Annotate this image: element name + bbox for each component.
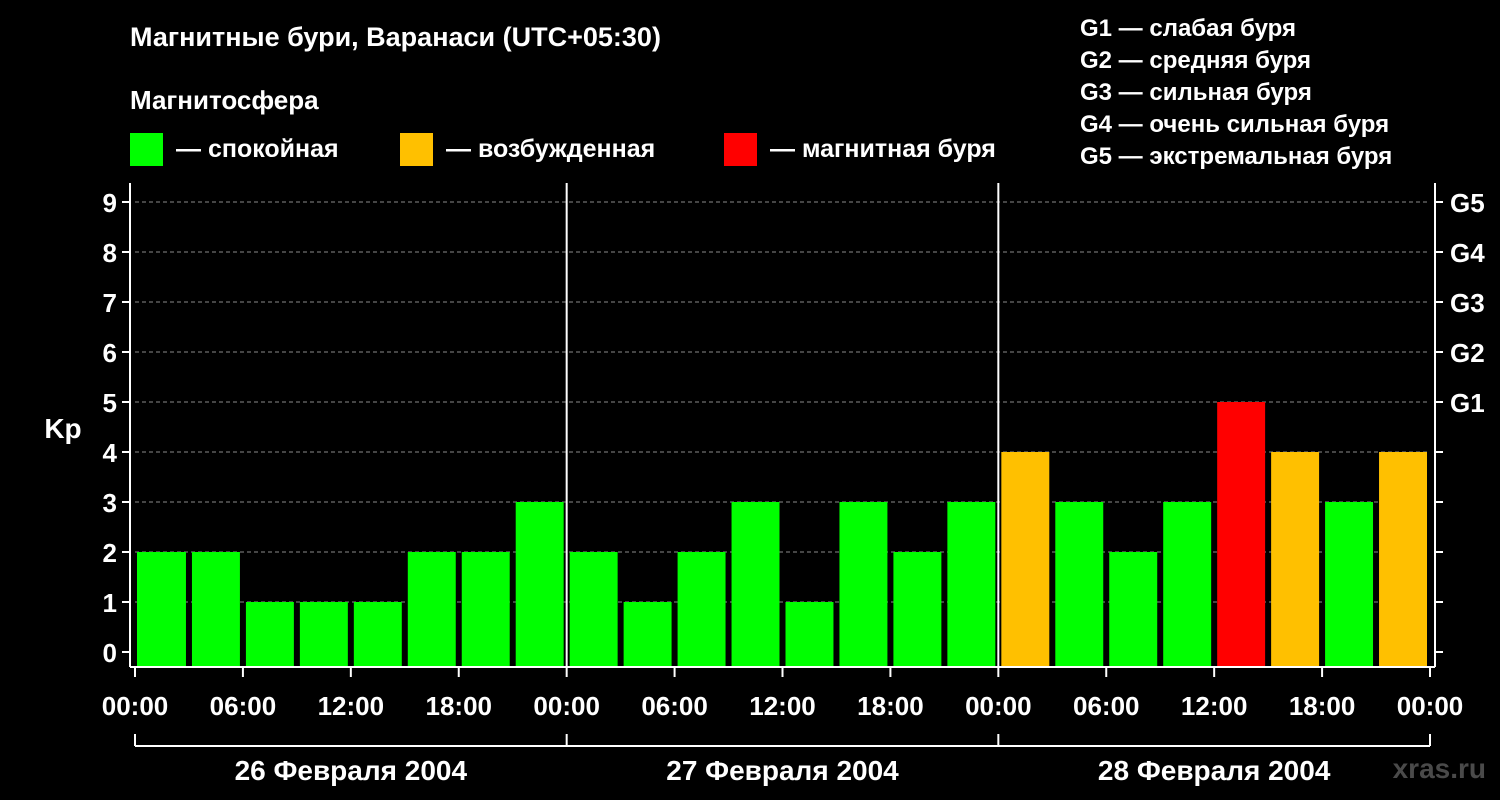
kp-bar-chart: 0 1 2 3 4 5 6 7 8 9 Kp G1 G2 G3 G4 G5 00:00 06:00 12:00 18:… (44, 183, 1485, 786)
x-tick-label: 00:00 (965, 691, 1032, 721)
kp-bar (1379, 452, 1427, 667)
kp-bar (1325, 502, 1374, 667)
g-level-label: G5 (1450, 188, 1485, 218)
y-tick-label: 1 (103, 588, 117, 618)
g-level-label: G1 (1450, 388, 1485, 418)
kp-bar (947, 502, 996, 667)
x-tick-label: 00:00 (102, 691, 169, 721)
y-tick-label: 3 (103, 488, 117, 518)
kp-bar (461, 552, 510, 667)
y-axis-label: Kp (44, 413, 81, 444)
kp-bar (569, 552, 618, 667)
kp-bar (623, 602, 672, 667)
x-tick-label: 06:00 (210, 691, 277, 721)
kp-bar (515, 502, 564, 667)
kp-bar (1271, 452, 1320, 667)
y-tick-label: 0 (103, 638, 117, 668)
kp-bar (137, 552, 186, 667)
x-tick-label: 00:00 (1397, 691, 1464, 721)
x-tick-label: 12:00 (318, 691, 385, 721)
kp-bar (191, 552, 240, 667)
kp-bar (407, 552, 456, 667)
y-tick-label: 6 (103, 338, 117, 368)
kp-bar (839, 502, 888, 667)
x-tick-label: 06:00 (641, 691, 708, 721)
y-tick-label: 2 (103, 538, 117, 568)
y-tick-label: 5 (103, 388, 117, 418)
day-label: 28 Февраля 2004 (1098, 755, 1331, 786)
kp-bar (785, 602, 834, 667)
x-tick-label: 12:00 (749, 691, 816, 721)
kp-bar (677, 552, 726, 667)
y-tick-label: 8 (103, 238, 117, 268)
kp-bar (1001, 452, 1050, 667)
x-tick-label: 12:00 (1181, 691, 1248, 721)
g-level-label: G2 (1450, 338, 1485, 368)
kp-bar (1163, 502, 1212, 667)
x-tick-label: 18:00 (857, 691, 924, 721)
kp-bar (1217, 402, 1266, 667)
kp-bar (245, 602, 294, 667)
watermark: xras.ru (1392, 753, 1486, 784)
kp-bar (893, 552, 942, 667)
y-tick-label: 7 (103, 288, 117, 318)
day-label: 27 Февраля 2004 (666, 755, 899, 786)
day-label: 26 Февраля 2004 (235, 755, 468, 786)
x-tick-label: 18:00 (426, 691, 493, 721)
y-tick-label: 9 (103, 188, 117, 218)
x-tick-label: 06:00 (1073, 691, 1140, 721)
x-tick-label: 00:00 (533, 691, 600, 721)
kp-bar (731, 502, 780, 667)
kp-bar (1055, 502, 1104, 667)
x-tick-label: 18:00 (1289, 691, 1356, 721)
kp-bar (353, 602, 402, 667)
g-level-label: G3 (1450, 288, 1485, 318)
g-level-label: G4 (1450, 238, 1485, 268)
kp-bar (1109, 552, 1158, 667)
y-tick-label: 4 (103, 438, 118, 468)
kp-bar (299, 602, 348, 667)
